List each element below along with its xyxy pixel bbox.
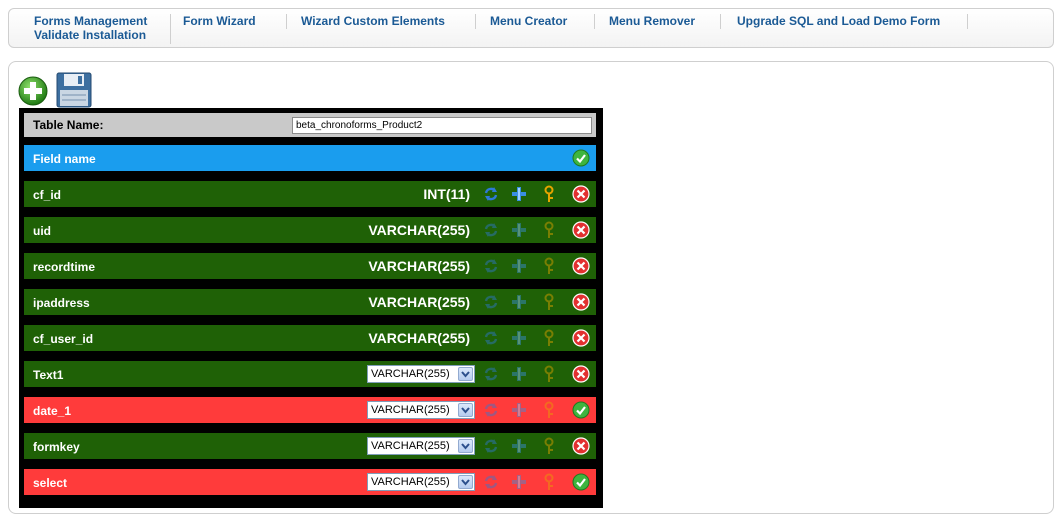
add-icon[interactable] [510,329,528,347]
add-icon[interactable] [510,437,528,455]
key-icon[interactable] [540,185,558,203]
add-icon[interactable] [510,401,528,419]
nav-validate-installation[interactable]: Validate Installation [34,29,146,42]
refresh-icon[interactable] [482,437,500,455]
check-icon[interactable] [572,401,590,419]
nav-divider [475,14,476,29]
chevron-down-icon[interactable] [458,367,473,381]
key-icon[interactable] [540,437,558,455]
add-icon[interactable] [510,365,528,383]
field-name: cf_user_id [33,332,94,346]
field-row: cf_id INT(11) [24,181,596,207]
refresh-icon[interactable] [482,473,500,491]
field-name-header: Field name [33,152,96,166]
field-type-select[interactable]: VARCHAR(255) [367,401,475,419]
field-type-select[interactable]: VARCHAR(255) [367,365,475,383]
check-icon[interactable] [572,473,590,491]
nav-divider [594,14,595,29]
field-type: VARCHAR(255) [368,222,470,238]
nav-form-wizard[interactable]: Form Wizard [183,15,256,28]
key-icon[interactable] [540,221,558,239]
field-name: date_1 [33,404,72,418]
field-type-select[interactable]: VARCHAR(255) [367,437,475,455]
key-icon[interactable] [540,401,558,419]
add-icon[interactable] [510,221,528,239]
refresh-icon[interactable] [482,185,500,203]
delete-icon[interactable] [572,257,590,275]
nav-divider [286,14,287,29]
save-floppy-icon[interactable] [56,72,92,108]
nav-menu-creator[interactable]: Menu Creator [490,15,567,28]
field-name: cf_id [33,188,62,202]
delete-icon[interactable] [572,365,590,383]
field-row: ipaddress VARCHAR(255) [24,289,596,315]
delete-icon[interactable] [572,329,590,347]
delete-icon[interactable] [572,185,590,203]
nav-divider [720,14,721,29]
chevron-down-icon[interactable] [458,475,473,489]
table-name-label: Table Name: [33,118,104,132]
chevron-down-icon[interactable] [458,403,473,417]
field-type-value: VARCHAR(255) [371,368,450,380]
key-icon[interactable] [540,473,558,491]
field-type: VARCHAR(255) [368,330,470,346]
field-type: INT(11) [423,186,470,202]
field-type-value: VARCHAR(255) [371,440,450,452]
add-field-icon[interactable] [18,76,48,106]
field-type-value: VARCHAR(255) [371,404,450,416]
add-icon[interactable] [510,185,528,203]
field-type: VARCHAR(255) [368,258,470,274]
field-name: ipaddress [33,296,90,310]
table-name-row: Table Name: beta_chronoforms_Product2 [24,113,596,137]
key-icon[interactable] [540,257,558,275]
field-row: uid VARCHAR(255) [24,217,596,243]
key-icon[interactable] [540,293,558,311]
add-icon[interactable] [510,293,528,311]
add-icon[interactable] [510,257,528,275]
top-navigation: Forms Management Validate Installation F… [8,8,1054,48]
field-row: cf_user_id VARCHAR(255) [24,325,596,351]
nav-forms-management[interactable]: Forms Management [34,15,147,28]
field-row: date_1 VARCHAR(255) [24,397,596,423]
field-row: recordtime VARCHAR(255) [24,253,596,279]
field-type: VARCHAR(255) [368,294,470,310]
refresh-icon[interactable] [482,401,500,419]
key-icon[interactable] [540,329,558,347]
table-structure-editor: Table Name: beta_chronoforms_Product2 Fi… [19,108,603,508]
field-row: select VARCHAR(255) [24,469,596,495]
field-type-value: VARCHAR(255) [371,476,450,488]
delete-icon[interactable] [572,293,590,311]
field-name: uid [33,224,51,238]
key-icon[interactable] [540,365,558,383]
add-icon[interactable] [510,473,528,491]
refresh-icon[interactable] [482,221,500,239]
check-all-icon[interactable] [572,149,590,167]
field-header-row: Field name [24,145,596,171]
refresh-icon[interactable] [482,293,500,311]
nav-divider [967,14,968,29]
table-name-input[interactable]: beta_chronoforms_Product2 [292,117,592,134]
nav-menu-remover[interactable]: Menu Remover [609,15,695,28]
refresh-icon[interactable] [482,365,500,383]
field-name: formkey [33,440,80,454]
chevron-down-icon[interactable] [458,439,473,453]
field-row: formkey VARCHAR(255) [24,433,596,459]
delete-icon[interactable] [572,221,590,239]
field-name: recordtime [33,260,96,274]
nav-upgrade-sql[interactable]: Upgrade SQL and Load Demo Form [737,15,940,28]
refresh-icon[interactable] [482,329,500,347]
field-name: Text1 [33,368,64,382]
field-type-select[interactable]: VARCHAR(255) [367,473,475,491]
refresh-icon[interactable] [482,257,500,275]
nav-divider [170,14,171,44]
nav-wizard-custom-elements[interactable]: Wizard Custom Elements [301,15,445,28]
delete-icon[interactable] [572,437,590,455]
field-name: select [33,476,68,490]
field-row: Text1 VARCHAR(255) [24,361,596,387]
